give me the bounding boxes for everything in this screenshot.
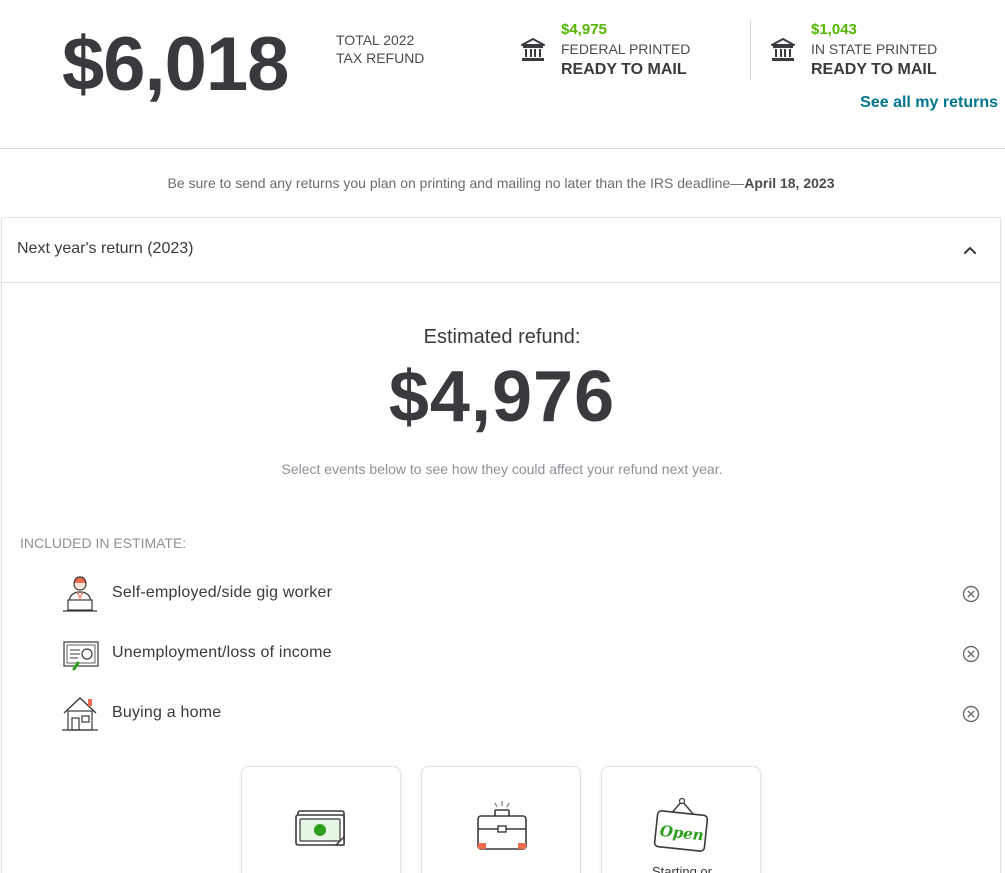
estimated-refund-amount: $4,976 [388,357,616,437]
next-year-return-card: Next year's return (2023) Estimated refu… [1,217,1001,873]
event-row-self-employed: Self-employed/side gig worker [60,572,980,616]
event-tile-business[interactable]: Open Starting or [601,766,761,873]
federal-refund-amount: $4,975 [561,21,607,38]
event-tile-income[interactable] [241,766,401,873]
included-in-estimate-label: INCLUDED IN ESTIMATE: [20,535,187,551]
refund-summary: $6,018 TOTAL 2022 TAX REFUND $4,975 FEDE… [0,0,1005,149]
total-refund-amount: $6,018 [62,22,289,107]
deadline-notice: Be sure to send any returns you plan on … [167,175,835,191]
chevron-up-icon[interactable] [962,242,978,258]
events-help-text: Select events below to see how they coul… [281,461,723,477]
state-return-status-text: READY TO MAIL [811,61,937,78]
total-refund-label: TOTAL 2022 TAX REFUND [336,32,425,66]
freelancer-laptop-icon [63,576,97,612]
see-all-returns-link[interactable]: See all my returns [860,94,998,112]
event-row-buying-home: Buying a home [60,692,980,736]
federal-return-status-text: READY TO MAIL [561,61,687,78]
remove-event-icon[interactable] [962,585,980,603]
bank-building-icon [771,38,795,61]
next-year-title: Next year's return (2023) [17,240,194,257]
returns-divider [750,20,751,80]
bank-building-icon [521,38,545,61]
event-row-unemployment: Unemployment/loss of income [60,632,980,676]
deadline-date: April 18, 2023 [744,175,835,191]
estimated-refund-label: Estimated refund: [423,326,581,348]
open-sign-icon: Open [653,797,709,852]
event-label: Self-employed/side gig worker [112,584,333,601]
event-tile-job[interactable] [421,766,581,873]
unemployment-document-icon [63,641,99,671]
event-label: Buying a home [112,704,222,721]
event-label: Unemployment/loss of income [112,644,332,661]
remove-event-icon[interactable] [962,705,980,723]
tile-label: Starting or [652,864,712,873]
state-refund-amount: $1,043 [811,21,857,38]
state-return-label: IN STATE PRINTED [811,41,938,57]
cash-money-icon [295,810,345,846]
next-year-accordion-header[interactable]: Next year's return (2023) [2,218,1000,283]
federal-return-label: FEDERAL PRINTED [561,41,691,57]
remove-event-icon[interactable] [962,645,980,663]
briefcase-icon [477,801,527,850]
house-icon [62,697,98,731]
